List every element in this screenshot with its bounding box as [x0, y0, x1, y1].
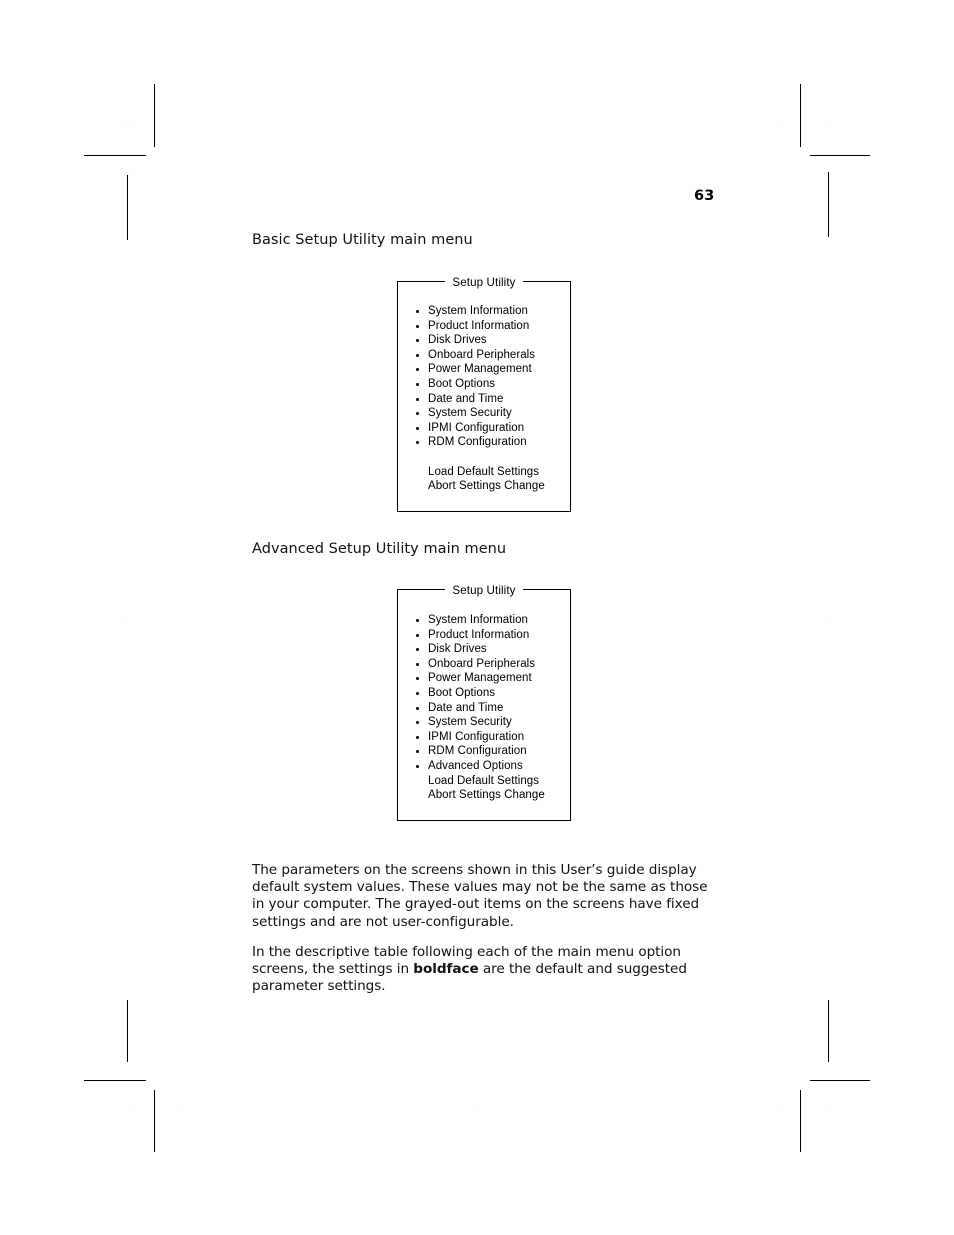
trim-line-icon — [127, 1000, 128, 1062]
menu-item[interactable]: IPMI Configuration — [398, 730, 570, 745]
menu-item[interactable]: Product Information — [398, 628, 570, 643]
menu-item[interactable]: Onboard Peripherals — [398, 657, 570, 672]
menu-item[interactable]: System Information — [398, 304, 570, 319]
advanced-setup-utility-box: Setup Utility System Information Product… — [397, 585, 571, 821]
advanced-menu-list: System Information Product Information D… — [398, 613, 570, 803]
body-paragraph-1: The parameters on the screens shown in t… — [252, 861, 708, 930]
basic-box-title: Setup Utility — [398, 274, 570, 290]
menu-action-abort-settings-change[interactable]: Abort Settings Change — [398, 479, 570, 494]
menu-item[interactable]: Power Management — [398, 671, 570, 686]
menu-item[interactable]: Disk Drives — [398, 333, 570, 348]
page-number: 63 — [694, 188, 715, 204]
menu-item[interactable]: Onboard Peripherals — [398, 348, 570, 363]
trim-line-icon — [154, 84, 155, 147]
basic-setup-utility-box: Setup Utility System Information Product… — [397, 277, 571, 512]
trim-line-icon — [800, 84, 801, 147]
menu-spacer — [398, 450, 570, 465]
menu-action-load-default-settings[interactable]: Load Default Settings — [398, 774, 570, 789]
page-heading-advanced: Advanced Setup Utility main menu — [252, 541, 507, 557]
menu-item[interactable]: Power Management — [398, 362, 570, 377]
trim-line-icon — [154, 1090, 155, 1152]
menu-item[interactable]: Advanced Options — [398, 759, 570, 774]
trim-line-icon — [828, 172, 829, 237]
menu-item[interactable]: Boot Options — [398, 377, 570, 392]
menu-item[interactable]: RDM Configuration — [398, 435, 570, 450]
trim-line-icon — [810, 1080, 870, 1081]
menu-item[interactable]: Product Information — [398, 319, 570, 334]
trim-line-icon — [84, 155, 146, 156]
basic-box-title-text: Setup Utility — [445, 277, 523, 289]
menu-item[interactable]: Disk Drives — [398, 642, 570, 657]
trim-line-icon — [127, 175, 128, 240]
advanced-box-title-text: Setup Utility — [445, 585, 523, 597]
menu-item[interactable]: Date and Time — [398, 701, 570, 716]
paragraph-2-emphasis: boldface — [413, 961, 479, 977]
menu-item[interactable]: Date and Time — [398, 392, 570, 407]
menu-item[interactable]: Boot Options — [398, 686, 570, 701]
trim-line-icon — [810, 155, 870, 156]
trim-line-icon — [84, 1080, 146, 1081]
body-paragraph-2: In the descriptive table following each … — [252, 944, 718, 996]
trim-line-icon — [800, 1090, 801, 1152]
menu-item[interactable]: IPMI Configuration — [398, 421, 570, 436]
advanced-box-title: Setup Utility — [398, 582, 570, 598]
menu-action-load-default-settings[interactable]: Load Default Settings — [398, 465, 570, 480]
menu-item[interactable]: RDM Configuration — [398, 744, 570, 759]
menu-item[interactable]: System Security — [398, 406, 570, 421]
menu-action-abort-settings-change[interactable]: Abort Settings Change — [398, 788, 570, 803]
menu-item[interactable]: System Security — [398, 715, 570, 730]
basic-menu-list: System Information Product Information D… — [398, 304, 570, 494]
trim-line-icon — [828, 1000, 829, 1062]
page-heading-basic: Basic Setup Utility main menu — [252, 232, 473, 248]
menu-item[interactable]: System Information — [398, 613, 570, 628]
